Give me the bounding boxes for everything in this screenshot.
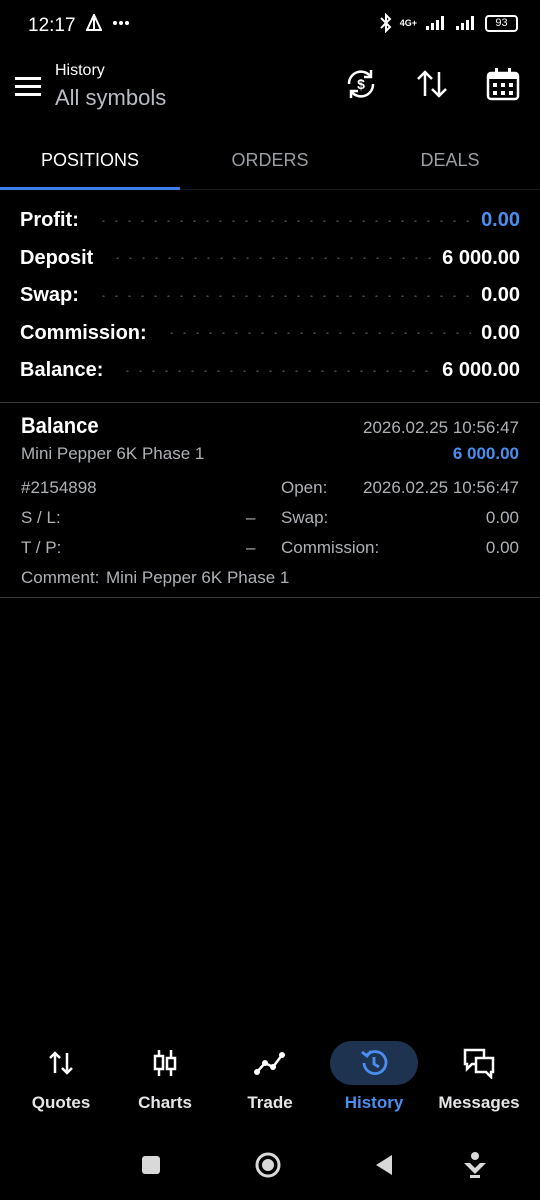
tab-orders[interactable]: ORDERS: [180, 130, 360, 190]
battery-icon: 93: [485, 14, 518, 32]
system-navigation: [0, 1138, 540, 1192]
messages-icon: [463, 1048, 495, 1079]
title-block[interactable]: History All symbols: [55, 62, 166, 111]
deal-account: Mini Pepper 6K Phase 1: [21, 444, 205, 463]
quotes-icon: [49, 1051, 73, 1075]
commission-value: 0.00: [485, 538, 519, 557]
nav-label: Trade: [247, 1093, 293, 1112]
summary-row-balance: Balance: 6 000.00: [20, 352, 520, 390]
tab-bar: POSITIONS ORDERS DEALS: [0, 130, 540, 190]
status-notification-icons: [86, 14, 130, 32]
summary-row-commission: Commission: 0.00: [20, 315, 520, 353]
svg-text:$: $: [357, 76, 365, 92]
signal-strength-secondary-icon: [456, 16, 474, 30]
summary-value: 0.00: [481, 209, 520, 232]
more-notifications-icon: [113, 21, 129, 25]
deal-type: Balance: [21, 413, 99, 438]
swap-value: 0.00: [485, 508, 519, 527]
tp-label: T / P:: [21, 538, 62, 557]
home-icon[interactable]: [253, 1150, 283, 1180]
deal-time: 2026.02.25 10:56:47: [363, 418, 519, 437]
dotted-leader: [96, 294, 472, 297]
divider: [0, 402, 540, 403]
status-time: 12:17: [28, 15, 76, 36]
battery-level: 93: [495, 17, 508, 29]
tab-indicator: [0, 187, 180, 190]
symbol-filter[interactable]: All symbols: [55, 85, 166, 111]
summary-label: Swap:: [20, 284, 87, 308]
keyboard-hide-icon[interactable]: [460, 1150, 490, 1180]
app-root: 12:17 4G+ 93 History All symbols $ POSIT…: [0, 0, 540, 1200]
bottom-navigation: Quotes Charts Trade History Messages: [0, 1035, 540, 1125]
summary-row-swap: Swap: 0.00: [20, 277, 520, 315]
deal-ticket: #2154898: [21, 478, 97, 497]
tp-value: –: [246, 538, 256, 557]
deal-card[interactable]: Balance 2026.02.25 10:56:47 Mini Pepper …: [0, 404, 540, 596]
signal-strength-icon: [426, 16, 444, 30]
dotted-leader: [164, 332, 472, 335]
app-bar: History All symbols $: [0, 52, 540, 120]
history-icon: [361, 1050, 388, 1075]
currency-exchange-icon[interactable]: $: [343, 66, 379, 102]
nav-history[interactable]: History: [320, 1035, 428, 1125]
nav-messages[interactable]: Messages: [425, 1035, 533, 1125]
charts-icon: [153, 1050, 177, 1076]
status-right-group: 4G+ 93: [380, 13, 518, 33]
summary-label: Commission:: [20, 321, 155, 345]
tab-label: POSITIONS: [40, 149, 139, 170]
sl-value: –: [246, 508, 256, 527]
nav-label: History: [344, 1093, 404, 1112]
open-label: Open:: [281, 478, 328, 497]
summary-value: 0.00: [481, 284, 520, 307]
divider: [0, 597, 540, 598]
summary-value: 0.00: [481, 321, 520, 344]
nav-label: Messages: [438, 1093, 520, 1112]
bluetooth-icon: [380, 13, 392, 33]
summary-label: Balance:: [20, 359, 112, 383]
sail-notification-icon: [86, 14, 102, 31]
summary-label: Profit:: [20, 209, 87, 233]
tab-label: DEALS: [420, 149, 480, 170]
tab-label: ORDERS: [231, 149, 309, 170]
nav-charts[interactable]: Charts: [111, 1035, 219, 1125]
nav-label: Quotes: [31, 1093, 91, 1112]
summary-label: Deposit: [20, 246, 102, 270]
sl-label: S / L:: [21, 508, 61, 527]
page-title: History: [55, 62, 105, 79]
tab-deals[interactable]: DEALS: [360, 130, 540, 190]
dotted-leader: [111, 257, 433, 260]
commission-label: Commission:: [281, 538, 380, 557]
tab-positions[interactable]: POSITIONS: [0, 130, 180, 190]
dotted-leader: [121, 369, 433, 372]
open-value: 2026.02.25 10:56:47: [363, 478, 519, 497]
trade-icon: [254, 1052, 285, 1075]
dotted-leader: [96, 219, 472, 222]
menu-icon[interactable]: [14, 74, 42, 98]
recent-apps-icon[interactable]: [136, 1150, 166, 1180]
sort-icon[interactable]: [414, 66, 450, 102]
summary-row-profit: Profit: 0.00: [20, 202, 520, 240]
comment-label: Comment:: [21, 568, 100, 587]
nav-quotes[interactable]: Quotes: [7, 1035, 115, 1125]
comment-value: Mini Pepper 6K Phase 1: [106, 568, 290, 587]
swap-label: Swap:: [281, 508, 329, 527]
nav-label: Charts: [138, 1093, 192, 1112]
status-bar: 12:17 4G+ 93: [0, 0, 540, 52]
account-summary: Profit: 0.00 Deposit 6 000.00 Swap: 0.00…: [20, 202, 520, 390]
summary-value: 6 000.00: [442, 359, 520, 382]
nav-trade[interactable]: Trade: [216, 1035, 324, 1125]
back-icon[interactable]: [370, 1150, 400, 1180]
network-type-label: 4G+: [399, 18, 417, 28]
summary-row-deposit: Deposit 6 000.00: [20, 240, 520, 278]
summary-value: 6 000.00: [442, 246, 520, 269]
calendar-icon[interactable]: [485, 66, 521, 102]
deal-amount: 6 000.00: [452, 444, 519, 463]
